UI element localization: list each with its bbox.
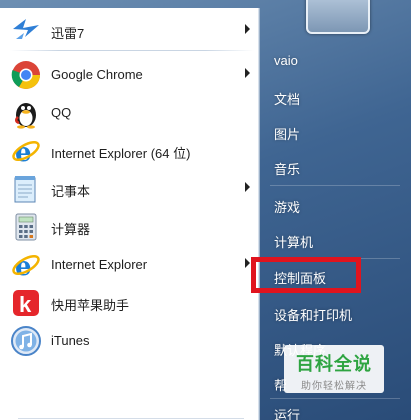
- watermark-subtitle: 助你轻松解决: [301, 381, 367, 392]
- program-label: Google Chrome: [51, 67, 143, 82]
- internet-explorer-icon: e: [12, 252, 40, 281]
- itunes-icon: [11, 326, 41, 356]
- thunder-icon: [13, 19, 39, 39]
- program-label: iTunes: [51, 333, 90, 348]
- program-item-qq[interactable]: QQ: [4, 94, 256, 130]
- submenu-arrow-icon[interactable]: [245, 182, 250, 192]
- program-item-xunlei[interactable]: 迅雷7: [4, 12, 256, 48]
- program-label: 计算器: [51, 222, 91, 237]
- program-item-notepad[interactable]: 记事本: [4, 170, 256, 206]
- program-label: 迅雷7: [51, 26, 85, 41]
- submenu-arrow-icon[interactable]: [245, 68, 250, 78]
- program-label: QQ: [51, 105, 72, 120]
- user-avatar[interactable]: [306, 0, 370, 34]
- qq-penguin-icon: [15, 103, 36, 129]
- program-label: 记事本: [51, 184, 91, 199]
- program-item-chrome[interactable]: Google Chrome: [4, 56, 256, 92]
- highlight-box: [251, 257, 361, 293]
- watermark-title: 百科全说: [296, 354, 372, 375]
- program-item-ie[interactable]: e Internet Explorer: [4, 246, 256, 282]
- program-label: Internet Explorer: [51, 257, 148, 272]
- submenu-arrow-icon[interactable]: [245, 24, 250, 34]
- link-music[interactable]: 音乐: [274, 159, 300, 178]
- submenu-arrow-icon[interactable]: [245, 258, 250, 268]
- all-programs-separator: [18, 418, 244, 419]
- start-menu-programs-pane: 迅雷7 Google Chrome QQ e Internet Explorer…: [0, 8, 260, 420]
- program-item-ie64[interactable]: e Internet Explorer (64 位): [4, 132, 256, 168]
- program-item-calculator[interactable]: 计算器: [4, 208, 256, 244]
- program-label: Internet Explorer (64 位): [51, 146, 191, 161]
- links-separator: [270, 185, 400, 186]
- link-pictures[interactable]: 图片: [274, 124, 300, 143]
- internet-explorer-icon: e: [12, 138, 40, 167]
- svg-text:k: k: [19, 292, 32, 317]
- link-run[interactable]: 运行: [274, 405, 300, 420]
- watermark-logo: 百科全说 助你轻松解决: [284, 345, 384, 393]
- program-item-kuaiyong[interactable]: k 快用苹果助手: [4, 284, 256, 320]
- pinned-separator: [10, 50, 254, 51]
- notepad-icon: [14, 176, 36, 203]
- link-computer[interactable]: 计算机: [274, 232, 313, 251]
- chrome-icon: [11, 61, 40, 89]
- link-user-folder[interactable]: vaio: [274, 53, 298, 68]
- program-item-itunes[interactable]: iTunes: [4, 322, 256, 358]
- link-games[interactable]: 游戏: [274, 197, 300, 216]
- link-documents[interactable]: 文档: [274, 89, 300, 108]
- links-separator: [270, 398, 400, 399]
- program-label: 快用苹果助手: [51, 298, 130, 313]
- calculator-icon: [15, 213, 37, 241]
- kuaiyong-icon: k: [13, 290, 39, 317]
- link-devices-printers[interactable]: 设备和打印机: [274, 305, 352, 324]
